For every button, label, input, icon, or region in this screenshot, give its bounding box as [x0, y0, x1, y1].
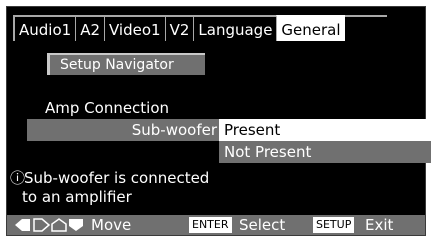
option-not-present[interactable]: Not Present — [219, 141, 431, 163]
section-label: Amp Connection — [45, 99, 170, 117]
tab-bar: Audio1 A2 Video1 V2 Language General — [13, 15, 387, 41]
tab-video1[interactable]: Video1 — [104, 15, 165, 41]
arrow-keys-icon — [15, 218, 83, 232]
info-message: ⓘSub-woofer is connected to an amplifier — [10, 169, 209, 207]
tab-a2[interactable]: A2 — [75, 15, 104, 41]
footer-bar: Move ENTER Select SETUP Exit — [7, 215, 425, 235]
select-label: Select — [239, 216, 286, 234]
exit-label: Exit — [365, 216, 394, 234]
enter-key-badge: ENTER — [189, 217, 232, 233]
setup-key-badge: SETUP — [313, 217, 355, 233]
tab-language[interactable]: Language — [193, 15, 277, 41]
option-present[interactable]: Present — [219, 119, 431, 141]
info-icon: ⓘ — [10, 169, 26, 187]
tab-bar-spacer — [344, 15, 387, 41]
subwoofer-field-row[interactable]: Sub-woofer — [27, 119, 219, 141]
subwoofer-options-list: Present Not Present — [219, 119, 431, 163]
info-line-1: Sub-woofer is connected — [24, 169, 210, 187]
subwoofer-field-label: Sub-woofer — [131, 121, 217, 139]
move-label: Move — [91, 216, 132, 234]
setup-navigator-button[interactable]: Setup Navigator — [47, 53, 205, 75]
tab-general[interactable]: General — [276, 15, 345, 41]
osd-screen: Audio1 A2 Video1 V2 Language General Set… — [6, 6, 431, 236]
tab-v2[interactable]: V2 — [164, 15, 194, 41]
info-line-2: to an amplifier — [22, 188, 132, 206]
tab-audio1[interactable]: Audio1 — [13, 15, 76, 41]
